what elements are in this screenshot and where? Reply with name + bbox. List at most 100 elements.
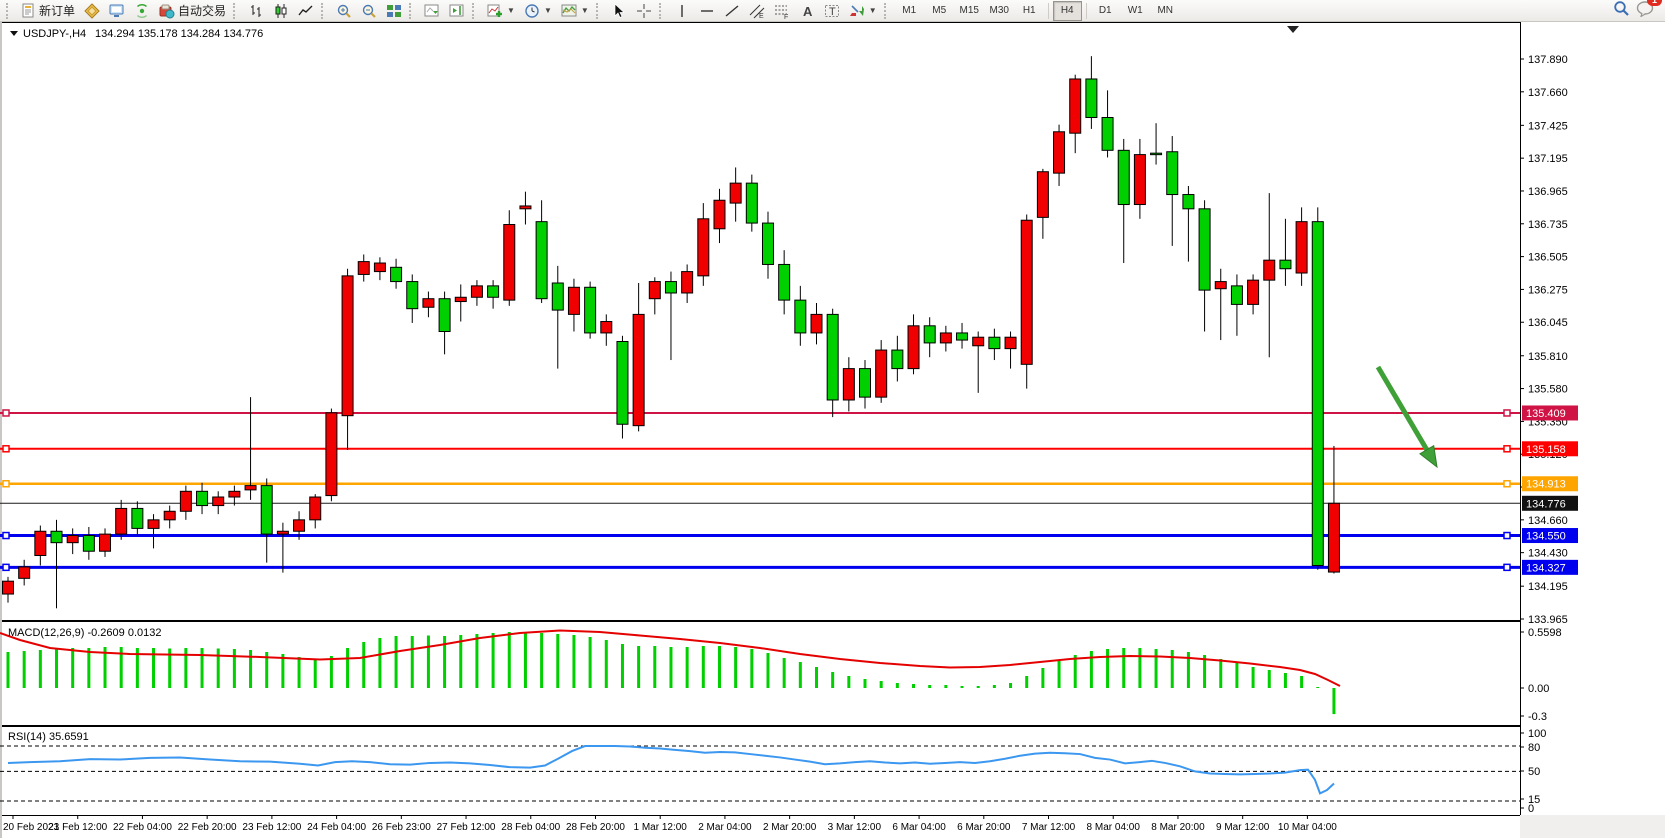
svg-text:27 Feb 12:00: 27 Feb 12:00 [437,822,496,833]
svg-text:50: 50 [1528,766,1540,778]
svg-text:23 Feb 12:00: 23 Feb 12:00 [242,822,301,833]
label-button[interactable]: T [820,0,844,22]
timeframe-m5-button[interactable]: M5 [925,1,954,21]
svg-text:8 Mar 04:00: 8 Mar 04:00 [1087,822,1141,833]
crosshair-button[interactable] [632,0,656,22]
svg-text:2 Mar 20:00: 2 Mar 20:00 [763,822,817,833]
zoom-out-icon [361,3,377,19]
svg-text:2 Mar 04:00: 2 Mar 04:00 [698,822,752,833]
bar-chart-button[interactable] [244,0,268,22]
toolbar-grip [472,3,479,19]
new-order-icon [21,3,36,18]
svg-text:135.810: 135.810 [1528,351,1568,363]
search-icon[interactable] [1613,0,1630,22]
profile-button[interactable] [105,0,129,22]
svg-text:137.890: 137.890 [1528,54,1568,66]
timeframe-h1-button[interactable]: H1 [1015,1,1044,21]
svg-text:26 Feb 23:00: 26 Feb 23:00 [372,822,431,833]
toolbar-separator [1086,3,1087,19]
templates-button[interactable]: ▼ [557,0,593,22]
chart-window[interactable]: 137.890137.660137.425137.195136.965136.7… [0,22,1665,838]
clock-icon [524,3,540,19]
main-toolbar: 新订单自动交易▼▼▼EFAT▼M1M5M15M30H1H4D1W1MN1 [0,0,1665,22]
main-chart-panel [1,23,1521,621]
macd-label: MACD(12,26,9) -0.2609 0.0132 [8,627,161,639]
autotrade-icon [159,3,175,19]
svg-text:F: F [784,14,788,19]
svg-text:6 Mar 04:00: 6 Mar 04:00 [892,822,946,833]
chevron-down-icon: ▼ [544,6,552,15]
svg-text:80: 80 [1528,742,1540,754]
crosshair-icon [636,3,652,19]
line-chart-button[interactable] [294,0,318,22]
toolbar-grip [321,3,328,19]
horizontal-line-button[interactable] [695,0,719,22]
chart-shift-button[interactable] [445,0,469,22]
svg-text:A: A [803,4,813,19]
timeframe-w1-button[interactable]: W1 [1121,1,1150,21]
tile-icon [386,3,402,19]
deposit-button[interactable] [80,0,104,22]
svg-text:135.580: 135.580 [1528,384,1568,396]
chart-shift-icon [449,3,465,19]
timeframe-h4-button[interactable]: H4 [1053,1,1082,21]
notifications-button[interactable]: 1 [1636,0,1655,22]
svg-text:136.965: 136.965 [1528,186,1568,198]
trendline-button[interactable] [720,0,744,22]
line-icon [298,3,314,19]
timeframe-m15-button[interactable]: M15 [955,1,984,21]
timeframe-m30-button[interactable]: M30 [985,1,1014,21]
candlestick-button[interactable] [269,0,293,22]
fibonacci-button[interactable]: F [770,0,794,22]
svg-text:134.327: 134.327 [1526,562,1566,574]
indicators-icon [487,3,503,19]
svg-text:137.425: 137.425 [1528,120,1568,132]
zoom-out-button[interactable] [357,0,381,22]
rsi-label: RSI(14) 35.6591 [8,731,89,743]
text-button[interactable]: A [795,0,819,22]
auto-trading-button[interactable]: 自动交易 [155,0,230,22]
channel-icon: E [749,3,765,19]
indicators-button[interactable]: ▼ [483,0,519,22]
chevron-down-icon: ▼ [581,6,589,15]
svg-text:9 Mar 12:00: 9 Mar 12:00 [1216,822,1270,833]
timeframe-mn-button[interactable]: MN [1151,1,1180,21]
timeframe-d1-button[interactable]: D1 [1091,1,1120,21]
fibo-icon: F [774,3,790,19]
arrows-button[interactable]: ▼ [845,0,881,22]
toolbar-grip [659,3,666,19]
new-order-button-label: 新订单 [39,2,75,19]
svg-text:133.965: 133.965 [1528,614,1568,626]
svg-text:136.275: 136.275 [1528,284,1568,296]
toolbar-grip [884,3,891,19]
svg-text:24 Feb 04:00: 24 Feb 04:00 [307,822,366,833]
timeframe-m1-button[interactable]: M1 [895,1,924,21]
cursor-button[interactable] [607,0,631,22]
new-order-button[interactable]: 新订单 [17,0,79,22]
svg-text:-0.3: -0.3 [1528,711,1547,723]
svg-text:135.158: 135.158 [1526,444,1566,456]
channel-button[interactable]: E [745,0,769,22]
svg-text:E: E [759,13,764,19]
toolbar-grip [596,3,603,19]
chart-title: USDJPY-,H4134.294 135.178 134.284 134.77… [10,28,263,40]
zoom-in-button[interactable] [332,0,356,22]
svg-text:7 Mar 12:00: 7 Mar 12:00 [1022,822,1076,833]
template-icon [561,3,577,19]
svg-text:21 Feb 12:00: 21 Feb 12:00 [48,822,107,833]
vertical-line-button[interactable] [670,0,694,22]
signal-icon [134,3,150,19]
svg-text:28 Feb 20:00: 28 Feb 20:00 [566,822,625,833]
svg-text:136.505: 136.505 [1528,252,1568,264]
auto-scroll-button[interactable] [420,0,444,22]
price-chart[interactable]: 137.890137.660137.425137.195136.965136.7… [0,22,1665,838]
blue-monitor-icon [109,3,125,19]
svg-text:22 Feb 20:00: 22 Feb 20:00 [178,822,237,833]
svg-text:22 Feb 04:00: 22 Feb 04:00 [113,822,172,833]
periods-button[interactable]: ▼ [520,0,556,22]
svg-text:0: 0 [1528,803,1534,815]
svg-text:0.00: 0.00 [1528,683,1549,695]
tile-windows-button[interactable] [382,0,406,22]
signals-button[interactable] [130,0,154,22]
svg-text:28 Feb 04:00: 28 Feb 04:00 [501,822,560,833]
